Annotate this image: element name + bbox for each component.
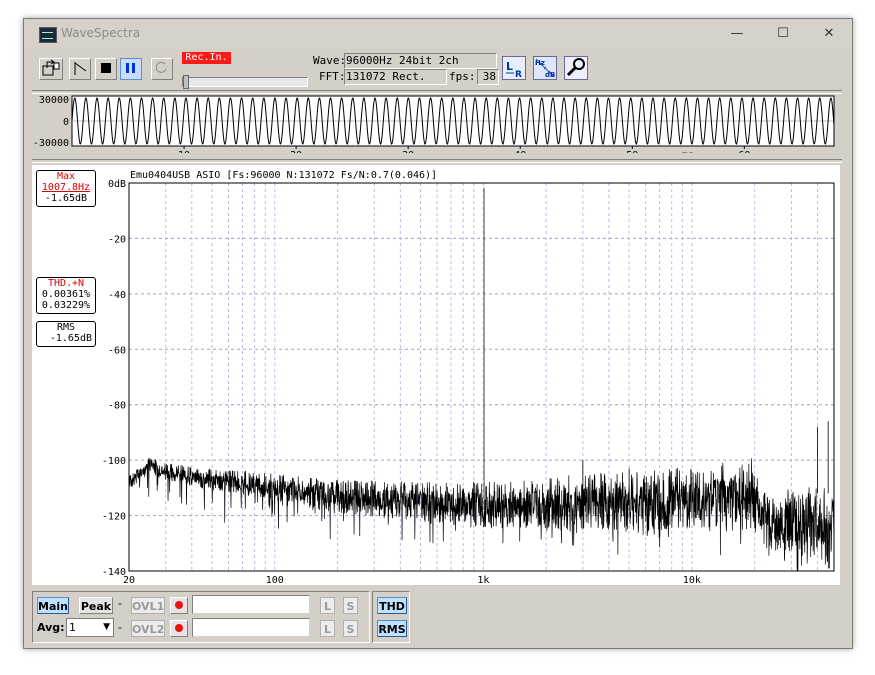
ovl1-load-button[interactable]: L <box>320 597 335 614</box>
ovl2-record-button[interactable] <box>170 620 188 637</box>
ovl1-name-field[interactable] <box>192 595 310 614</box>
spectrum-panel: Emu0404USB ASIO [Fs:96000 N:131072 Fs/N:… <box>32 165 840 586</box>
fft-label: FFT: <box>319 70 346 83</box>
input-level-slider[interactable] <box>183 75 189 89</box>
thd-readout: THD.+N 0.00361% 0.03229% <box>36 277 96 314</box>
app-icon <box>39 27 57 43</box>
spectrum-chart: Emu0404USB ASIO [Fs:96000 N:131072 Fs/N:… <box>32 165 840 586</box>
svg-text:L: L <box>506 60 513 73</box>
avg-select[interactable]: 1 ▼ <box>66 618 114 637</box>
pause-button[interactable] <box>120 58 142 80</box>
export-icon <box>42 59 60 76</box>
thd-value-2: 0.03229% <box>41 300 91 311</box>
thd-button[interactable]: THD <box>377 597 407 614</box>
waveform-panel: 30000 0 -30000 10 20 30 40 50 60 ms <box>32 94 840 161</box>
rms-value: -1.65dB <box>49 333 92 344</box>
fft-size-field: 131072 Rect. <box>344 69 447 85</box>
loop-button[interactable] <box>151 58 173 80</box>
svg-text:Hz: Hz <box>535 59 545 67</box>
bottom-controls: Main Peak - OVL1 L S Avg: 1 ▼ - OVL2 L S… <box>32 591 842 643</box>
open-settings-button[interactable] <box>39 58 63 80</box>
svg-text:R: R <box>515 70 522 79</box>
fps-value: 38 <box>477 69 499 85</box>
ovl2-name-field[interactable] <box>192 618 310 637</box>
wave-y-tick: -30000 <box>33 138 69 149</box>
app-window: WaveSpectra — ☐ ✕ Rec.In. Wave: 96000Hz … <box>23 18 853 649</box>
ovl1-button[interactable]: OVL1 <box>131 597 165 614</box>
spectrum-y-tick: 0dB <box>108 179 126 190</box>
spectrum-y-tick: -120 <box>102 512 126 523</box>
rms-button[interactable]: RMS <box>377 620 407 637</box>
stop-button[interactable] <box>95 58 117 80</box>
waveform-divider <box>32 159 842 163</box>
maximize-button[interactable]: ☐ <box>760 19 806 49</box>
max-label: Max <box>56 171 76 182</box>
hz-db-scale-button[interactable]: Hz dB <box>533 56 557 80</box>
trigger-icon <box>74 62 87 75</box>
lr-channel-button[interactable]: LR <box>502 56 526 80</box>
wave-x-tick: 20 <box>290 150 302 153</box>
svg-text:dB: dB <box>545 71 555 79</box>
spectrum-x-tick: 1k <box>477 575 489 585</box>
spectrum-y-tick: -20 <box>108 234 126 245</box>
close-button[interactable]: ✕ <box>806 19 852 49</box>
trigger-button[interactable] <box>69 58 91 80</box>
spectrum-x-tick: 20 <box>123 575 135 585</box>
spectrum-y-tick: -100 <box>102 456 126 467</box>
ovl2-load-button[interactable]: L <box>320 620 335 637</box>
lr-icon: LR <box>506 60 522 80</box>
settings-button[interactable] <box>564 56 588 80</box>
chevron-down-icon: ▼ <box>103 622 110 632</box>
wave-format-field: 96000Hz 24bit 2ch <box>344 53 497 69</box>
wave-x-tick: 10 <box>178 150 190 153</box>
ovl2-button[interactable]: OVL2 <box>131 620 165 637</box>
stop-icon <box>101 63 111 73</box>
spectrum-y-tick: -80 <box>108 401 126 412</box>
wave-x-tick: 40 <box>514 150 526 153</box>
wave-x-unit: ms <box>682 150 694 153</box>
rec-in-indicator: Rec.In. <box>182 52 231 64</box>
spectrum-y-tick: -60 <box>108 345 126 356</box>
max-readout: Max 1007.8Hz -1.65dB <box>36 170 96 207</box>
input-level-bar <box>182 77 308 87</box>
ovl1-record-button[interactable] <box>170 597 188 614</box>
avg-value: 1 <box>69 621 76 634</box>
spectrum-header: Emu0404USB ASIO [Fs:96000 N:131072 Fs/N:… <box>130 170 437 181</box>
wave-y-tick: 0 <box>63 117 69 128</box>
dash-separator: - <box>118 621 122 634</box>
wave-x-tick: 30 <box>402 150 414 153</box>
spectrum-x-tick: 10k <box>683 575 701 585</box>
dash-separator: - <box>118 597 122 610</box>
max-frequency: 1007.8Hz <box>41 182 91 193</box>
wave-x-tick: 50 <box>626 150 638 153</box>
pause-icon <box>126 63 135 73</box>
max-level: -1.65dB <box>44 193 88 204</box>
toolbar: Rec.In. Wave: 96000Hz 24bit 2ch FFT: 131… <box>24 50 852 90</box>
ovl2-save-button[interactable]: S <box>343 620 358 637</box>
peak-button[interactable]: Peak <box>79 597 113 614</box>
window-title: WaveSpectra <box>61 26 141 40</box>
thd-label: THD.+N <box>47 278 85 289</box>
fps-label: fps: <box>449 70 476 83</box>
minimize-button[interactable]: — <box>714 19 760 49</box>
rms-label: RMS <box>56 322 76 333</box>
avg-label: Avg: <box>37 621 65 634</box>
wave-label: Wave: <box>313 54 347 67</box>
wrench-icon <box>566 58 585 77</box>
thd-value-1: 0.00361% <box>41 289 91 300</box>
waveform-chart: 30000 0 -30000 10 20 30 40 50 60 ms <box>33 95 835 161</box>
wave-x-tick: 60 <box>738 150 750 153</box>
spectrum-x-tick: 100 <box>266 575 284 585</box>
main-button[interactable]: Main <box>37 597 69 614</box>
hz-db-icon: HzdB <box>534 57 556 79</box>
wave-y-tick: 30000 <box>39 95 69 106</box>
spectrum-y-tick: -40 <box>108 290 126 301</box>
title-bar[interactable]: WaveSpectra — ☐ ✕ <box>24 19 852 49</box>
loop-icon <box>155 61 167 73</box>
ovl1-save-button[interactable]: S <box>343 597 358 614</box>
rms-readout: RMS -1.65dB <box>36 321 96 347</box>
